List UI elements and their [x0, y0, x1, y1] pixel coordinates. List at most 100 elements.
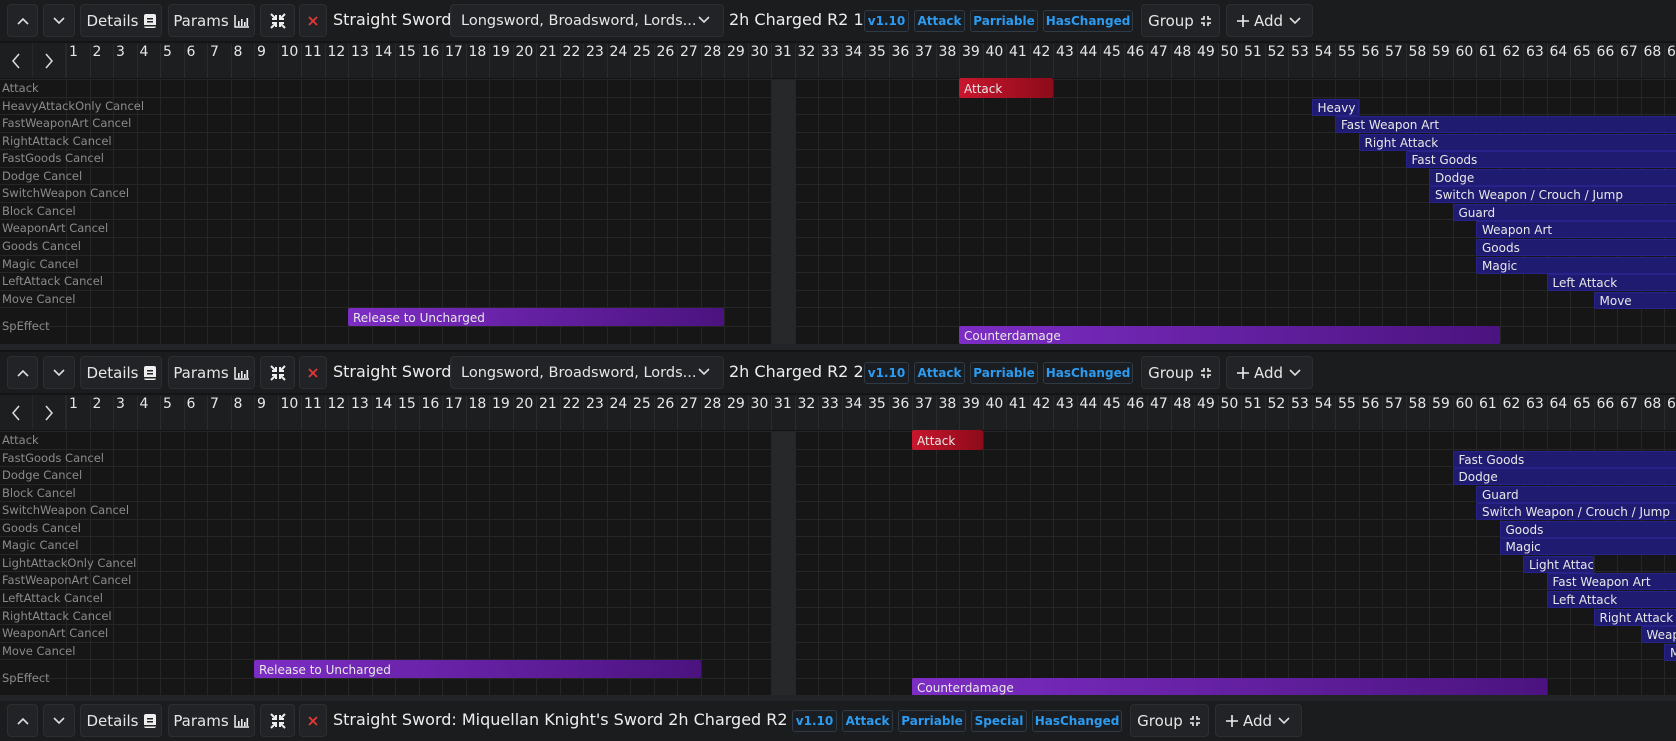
event-bar-cancel[interactable]: Switch Weapon / Crouch / Jump [1476, 503, 1676, 521]
frame-number[interactable]: 31 [771, 396, 792, 430]
frame-number[interactable]: 21 [536, 44, 557, 78]
event-bar-cancel[interactable]: Magic [1499, 538, 1676, 556]
frame-number[interactable]: 19 [489, 396, 510, 430]
params-button[interactable]: Params [168, 704, 255, 737]
frame-number[interactable]: 67 [1617, 396, 1638, 430]
frame-number[interactable]: 12 [324, 396, 345, 430]
event-bar-sp[interactable]: Release to Uncharged [348, 308, 724, 327]
details-button[interactable]: Details [80, 4, 162, 37]
frame-number[interactable]: 51 [1241, 44, 1262, 78]
frame-number[interactable]: 19 [489, 44, 510, 78]
frame-number[interactable]: 20 [512, 396, 533, 430]
frame-number[interactable]: 50 [1217, 44, 1238, 78]
frame-number[interactable]: 17 [442, 44, 463, 78]
collapse-button[interactable] [260, 4, 295, 37]
frame-number[interactable]: 53 [1288, 44, 1309, 78]
add-button[interactable]: Add [1215, 704, 1302, 737]
move-up-button[interactable] [7, 356, 38, 389]
frame-number[interactable]: 27 [677, 396, 698, 430]
frame-number[interactable]: 27 [677, 44, 698, 78]
frame-number[interactable]: 42 [1029, 44, 1050, 78]
move-down-button[interactable] [43, 704, 75, 737]
frame-number[interactable]: 15 [395, 44, 416, 78]
frame-number[interactable]: 11 [301, 396, 322, 430]
frame-number[interactable]: 58 [1405, 44, 1426, 78]
frame-number[interactable]: 44 [1076, 44, 1097, 78]
event-bar-cancel[interactable]: Goods [1476, 238, 1676, 256]
frame-number[interactable]: 48 [1170, 44, 1191, 78]
frame-number[interactable]: 16 [418, 44, 439, 78]
frame-number[interactable]: 56 [1358, 396, 1379, 430]
event-bar-cancel[interactable]: Left Attack [1546, 274, 1676, 292]
frame-number[interactable]: 32 [794, 396, 815, 430]
event-bar-cancel[interactable]: Weapon Art [1476, 221, 1676, 239]
weapon-dropdown[interactable]: Longsword, Broadsword, Lords... [450, 4, 724, 37]
frame-number[interactable]: 41 [1006, 396, 1027, 430]
frame-number[interactable]: 3 [113, 44, 125, 78]
frame-number[interactable]: 36 [888, 396, 909, 430]
event-bar-cancel[interactable]: Dodge [1429, 168, 1676, 186]
frame-number[interactable]: 60 [1452, 44, 1473, 78]
collapse-button[interactable] [260, 704, 295, 737]
frame-number[interactable]: 5 [160, 44, 172, 78]
frame-number[interactable]: 40 [982, 396, 1003, 430]
frame-number[interactable]: 37 [912, 44, 933, 78]
frame-number[interactable]: 4 [136, 44, 148, 78]
frame-number[interactable]: 64 [1546, 44, 1567, 78]
frame-number[interactable]: 49 [1194, 44, 1215, 78]
frame-number[interactable]: 11 [301, 44, 322, 78]
group-button[interactable]: Group [1141, 356, 1220, 389]
frame-number[interactable]: 16 [418, 396, 439, 430]
frame-number[interactable]: 66 [1593, 396, 1614, 430]
frame-number[interactable]: 24 [606, 396, 627, 430]
frame-number[interactable]: 54 [1311, 396, 1332, 430]
frame-number[interactable]: 59 [1429, 396, 1450, 430]
scroll-right-button[interactable] [33, 43, 66, 78]
event-bar-cancel[interactable]: Move [1593, 291, 1676, 309]
frame-number[interactable]: 52 [1264, 396, 1285, 430]
frame-number[interactable]: 52 [1264, 44, 1285, 78]
frame-number[interactable]: 20 [512, 44, 533, 78]
event-bar-cancel[interactable]: Guard [1476, 485, 1676, 503]
weapon-dropdown[interactable]: Longsword, Broadsword, Lords... [450, 356, 724, 389]
frame-number[interactable]: 38 [935, 44, 956, 78]
event-bar-cancel[interactable]: Right Attack [1593, 608, 1676, 626]
frame-number[interactable]: 4 [136, 396, 148, 430]
frame-number[interactable]: 18 [465, 44, 486, 78]
frame-number[interactable]: 67 [1617, 44, 1638, 78]
scroll-left-button[interactable] [0, 43, 33, 78]
frame-number[interactable]: 55 [1335, 396, 1356, 430]
frame-number[interactable]: 57 [1382, 396, 1403, 430]
frame-number[interactable]: 13 [348, 396, 369, 430]
frame-number[interactable]: 2 [89, 396, 101, 430]
frame-number[interactable]: 34 [841, 396, 862, 430]
frame-number[interactable]: 45 [1100, 44, 1121, 78]
frame-number[interactable]: 61 [1476, 396, 1497, 430]
frame-number[interactable]: 43 [1053, 44, 1074, 78]
frame-number[interactable]: 41 [1006, 44, 1027, 78]
details-button[interactable]: Details [80, 356, 162, 389]
event-bar-sp[interactable]: Counterdamage [959, 326, 1500, 344]
collapse-button[interactable] [260, 356, 295, 389]
frame-number[interactable]: 37 [912, 396, 933, 430]
frame-number[interactable]: 25 [630, 396, 651, 430]
scroll-right-button[interactable] [33, 395, 66, 430]
frame-number[interactable]: 60 [1452, 396, 1473, 430]
frame-number[interactable]: 18 [465, 396, 486, 430]
frame-number[interactable]: 56 [1358, 44, 1379, 78]
frame-number[interactable]: 65 [1570, 396, 1591, 430]
event-bar-cancel[interactable]: Fast Weapon Art [1546, 573, 1676, 591]
close-button[interactable] [299, 4, 327, 37]
frame-number[interactable]: 35 [865, 396, 886, 430]
add-button[interactable]: Add [1226, 4, 1313, 37]
frame-number[interactable]: 69 [1664, 44, 1676, 78]
event-bar-cancel[interactable]: Light Attac... [1523, 555, 1594, 573]
frame-number[interactable]: 13 [348, 44, 369, 78]
event-bar-cancel[interactable]: Move [1664, 643, 1676, 661]
event-bar-cancel[interactable]: Fast Goods [1452, 450, 1676, 468]
frame-number[interactable]: 9 [254, 396, 266, 430]
frame-number[interactable]: 46 [1123, 44, 1144, 78]
frame-number[interactable]: 53 [1288, 396, 1309, 430]
frame-number[interactable]: 14 [371, 396, 392, 430]
event-bar-cancel[interactable]: Dodge [1452, 468, 1676, 486]
